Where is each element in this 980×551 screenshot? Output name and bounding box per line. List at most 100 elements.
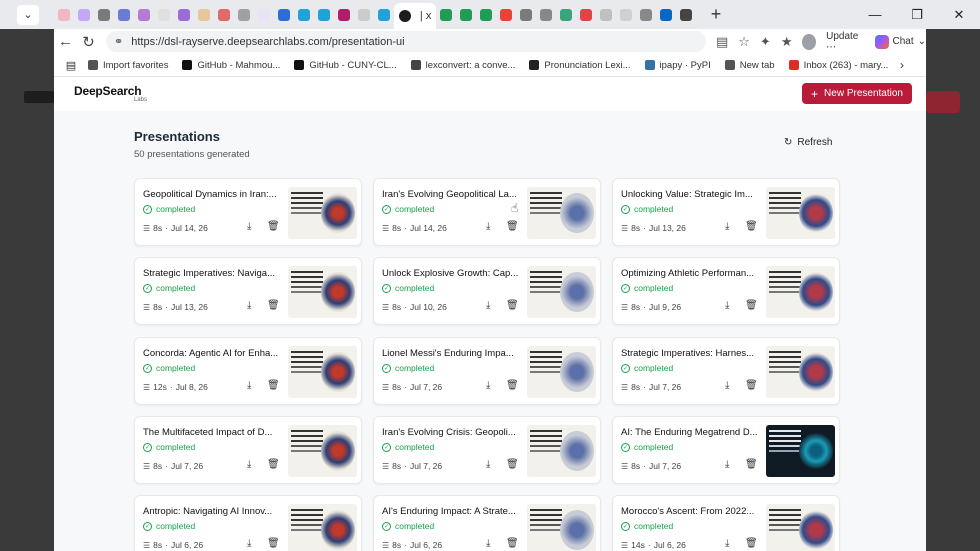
card-title[interactable]: AI: The Enduring Megatrend D... <box>621 427 759 438</box>
card-title[interactable]: Morocco's Ascent: From 2022... <box>621 506 759 517</box>
trash-icon[interactable]: 🗑 <box>745 380 758 391</box>
trash-icon[interactable]: 🗑 <box>267 459 280 470</box>
download-icon[interactable]: ⤓ <box>725 459 729 470</box>
tab-favicon-icon[interactable] <box>596 0 616 29</box>
tab-favicon-icon[interactable] <box>274 0 294 29</box>
presentation-card[interactable]: Unlock Explosive Growth: Cap... ✓ complete… <box>373 257 601 325</box>
slide-thumbnail[interactable] <box>288 346 357 398</box>
presentation-card[interactable]: Strategic Imperatives: Naviga... ✓ complet… <box>134 257 362 325</box>
tab-favicon-icon[interactable] <box>436 0 456 29</box>
active-tab[interactable]: | x <box>394 3 436 29</box>
download-icon[interactable]: ⤓ <box>486 380 490 391</box>
card-title[interactable]: Lionel Messi's Enduring Impa... <box>382 348 520 359</box>
tab-favicon-icon[interactable] <box>476 0 496 29</box>
card-title[interactable]: Optimizing Athletic Performan... <box>621 268 759 279</box>
site-info-icon[interactable]: ⚭ <box>114 35 123 48</box>
presentation-card[interactable]: Iran's Evolving Crisis: Geopoli... ✓ compl… <box>373 416 601 484</box>
trash-icon[interactable]: 🗑 <box>267 380 280 391</box>
card-title[interactable]: Iran's Evolving Geopolitical La... <box>382 189 520 200</box>
close-window-icon[interactable]: ✕ <box>938 7 980 23</box>
tab-favicon-icon[interactable] <box>74 0 94 29</box>
bookmarks-menu-icon[interactable]: ▤ <box>54 59 88 72</box>
card-title[interactable]: Strategic Imperatives: Naviga... <box>143 268 281 279</box>
tab-favicon-icon[interactable] <box>656 0 676 29</box>
trash-icon[interactable]: 🗑 <box>745 300 758 311</box>
card-title[interactable]: Unlock Explosive Growth: Cap... <box>382 268 520 279</box>
download-icon[interactable]: ⤓ <box>725 300 729 311</box>
tab-favicon-icon[interactable] <box>676 0 696 29</box>
card-title[interactable]: Iran's Evolving Crisis: Geopoli... <box>382 427 520 438</box>
slide-thumbnail[interactable] <box>527 346 596 398</box>
tab-favicon-icon[interactable] <box>556 0 576 29</box>
tab-favicon-icon[interactable] <box>354 0 374 29</box>
presentation-card[interactable]: Morocco's Ascent: From 2022... ✓ completed… <box>612 495 840 551</box>
trash-icon[interactable]: 🗑 <box>745 538 758 549</box>
tab-favicon-icon[interactable] <box>636 0 656 29</box>
tab-favicon-icon[interactable] <box>616 0 636 29</box>
download-icon[interactable]: ⤓ <box>247 459 251 470</box>
download-icon[interactable]: ⤓ <box>725 380 729 391</box>
tab-favicon-icon[interactable] <box>54 0 74 29</box>
slide-thumbnail[interactable] <box>288 504 357 551</box>
tab-favicon-icon[interactable] <box>214 0 234 29</box>
profile-avatar[interactable] <box>802 33 817 50</box>
presentation-card[interactable]: Iran's Evolving Geopolitical La... ✓ compl… <box>373 178 601 246</box>
download-icon[interactable]: ⤓ <box>486 221 490 232</box>
reader-icon[interactable]: ▤ <box>716 34 728 50</box>
trash-icon[interactable]: 🗑 <box>506 459 519 470</box>
slide-thumbnail[interactable] <box>766 346 835 398</box>
tab-favicon-icon[interactable] <box>576 0 596 29</box>
window-menu[interactable]: ⌄ <box>0 0 54 29</box>
trash-icon[interactable]: 🗑 <box>506 300 519 311</box>
card-title[interactable]: Strategic Imperatives: Harnes... <box>621 348 759 359</box>
tab-list-dropdown-icon[interactable]: ⌄ <box>17 4 39 25</box>
bookmark-item[interactable]: New tab <box>724 60 775 71</box>
card-title[interactable]: The Multifaceted Impact of D... <box>143 427 281 438</box>
trash-icon[interactable]: 🗑 <box>745 221 758 232</box>
bookmark-item[interactable]: ipapy · PyPI <box>644 60 711 71</box>
minimize-icon[interactable]: — <box>854 7 896 22</box>
presentation-card[interactable]: Optimizing Athletic Performan... ✓ complet… <box>612 257 840 325</box>
tab-favicon-icon[interactable] <box>334 0 354 29</box>
card-title[interactable]: Concorda: Agentic AI for Enha... <box>143 348 281 359</box>
presentation-card[interactable]: Lionel Messi's Enduring Impa... ✓ complete… <box>373 337 601 405</box>
refresh-button[interactable]: ↻ Refresh <box>784 137 832 148</box>
slide-thumbnail[interactable] <box>766 187 835 239</box>
chat-button[interactable]: Chat ⌄ <box>874 34 926 49</box>
bookmark-item[interactable]: GitHub - Mahmou... <box>182 60 280 71</box>
presentation-card[interactable]: AI's Enduring Impact: A Strate... ✓ comple… <box>373 495 601 551</box>
download-icon[interactable]: ⤓ <box>247 300 251 311</box>
card-title[interactable]: Unlocking Value: Strategic Im... <box>621 189 759 200</box>
reload-icon[interactable]: ↻ <box>77 33 100 51</box>
slide-thumbnail[interactable] <box>766 425 835 477</box>
presentation-card[interactable]: Antropic: Navigating AI Innov... ✓ complet… <box>134 495 362 551</box>
card-title[interactable]: AI's Enduring Impact: A Strate... <box>382 506 520 517</box>
card-title[interactable]: Antropic: Navigating AI Innov... <box>143 506 281 517</box>
new-presentation-button[interactable]: + New Presentation <box>802 83 912 104</box>
url-field[interactable]: ⚭ https://dsl-rayserve.deepsearchlabs.co… <box>106 31 706 52</box>
tab-favicon-icon[interactable] <box>94 0 114 29</box>
tab-favicon-icon[interactable] <box>314 0 334 29</box>
bookmark-item[interactable]: lexconvert: a conve... <box>410 60 515 71</box>
slide-thumbnail[interactable] <box>527 187 596 239</box>
collections-icon[interactable]: ★ <box>781 34 793 50</box>
bookmark-item[interactable]: GitHub - CUNY-CL... <box>294 60 397 71</box>
slide-thumbnail[interactable] <box>288 187 357 239</box>
download-icon[interactable]: ⤓ <box>247 380 251 391</box>
slide-thumbnail[interactable] <box>527 266 596 318</box>
bookmarks-more-icon[interactable]: › <box>900 58 904 72</box>
tab-favicon-icon[interactable] <box>496 0 516 29</box>
bookmark-item[interactable]: Inbox (263) - mary... <box>788 60 888 71</box>
trash-icon[interactable]: 🗑 <box>267 221 280 232</box>
presentation-card[interactable]: Strategic Imperatives: Harnes... ✓ complet… <box>612 337 840 405</box>
new-tab-button[interactable]: + <box>704 4 728 25</box>
bookmark-item[interactable]: Pronunciation Lexi... <box>529 60 631 71</box>
tab-favicon-icon[interactable] <box>456 0 476 29</box>
presentation-card[interactable]: Geopolitical Dynamics in Iran:... ✓ comple… <box>134 178 362 246</box>
deepsearch-logo[interactable]: DeepSearch <box>74 84 142 98</box>
tab-favicon-icon[interactable] <box>254 0 274 29</box>
tab-favicon-icon[interactable] <box>194 0 214 29</box>
slide-thumbnail[interactable] <box>288 425 357 477</box>
restore-icon[interactable]: ❐ <box>896 7 938 23</box>
tab-favicon-icon[interactable] <box>234 0 254 29</box>
